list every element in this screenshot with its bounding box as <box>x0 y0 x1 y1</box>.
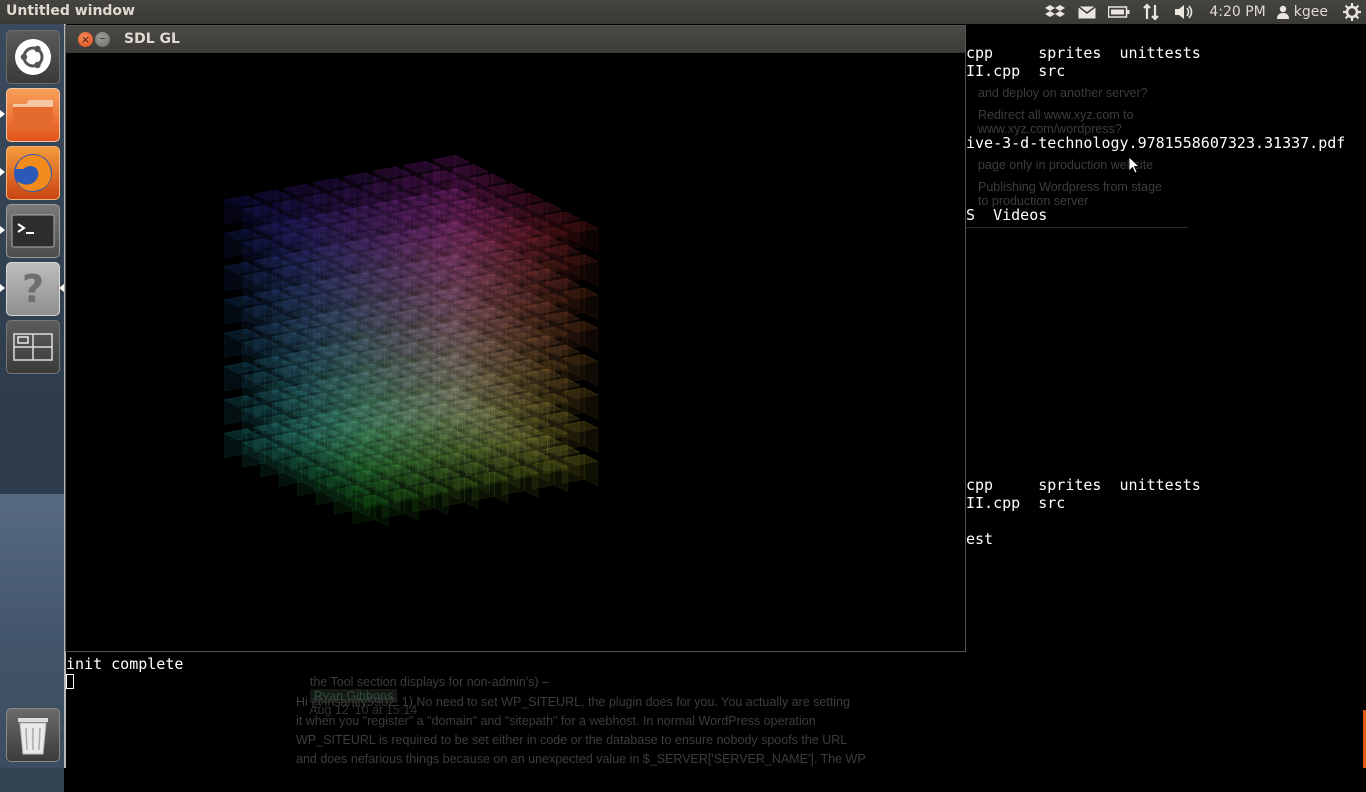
launcher-ubuntu-home-button[interactable] <box>6 30 60 84</box>
launcher-terminal-button[interactable] <box>6 204 60 258</box>
ghost-link: and deploy on another server? <box>978 86 1148 100</box>
trash-icon <box>18 718 48 755</box>
sdl-gl-window[interactable]: × – SDL GL <box>65 25 966 652</box>
launcher-running-indicator <box>0 226 5 234</box>
panel-window-title: Untitled window <box>6 3 135 19</box>
background-terminal: and deploy on another server? Redirect a… <box>966 24 1366 768</box>
ghost-link: page only in production website <box>978 158 1154 172</box>
window-close-button[interactable]: × <box>78 32 93 47</box>
terminal-line: S Videos <box>966 206 1048 224</box>
ghost-answer-line: it when you "register" a "domain" and "s… <box>296 714 816 728</box>
ghost-divider <box>966 227 1188 228</box>
ghost-comment-text: the Tool section displays for non-admin'… <box>309 675 549 689</box>
terminal-init-line: init complete <box>66 655 184 673</box>
battery-icon[interactable] <box>1103 0 1135 24</box>
sdl-window-titlebar[interactable]: × – SDL GL <box>66 26 965 53</box>
launcher-running-indicator <box>0 284 5 292</box>
launcher-running-indicator <box>0 168 5 176</box>
launcher-firefox-button[interactable] <box>6 146 60 200</box>
terminal-line: cpp sprites unittests <box>966 44 1201 62</box>
sdl-window-title: SDL GL <box>124 31 180 47</box>
terminal-line: II.cpp src <box>966 494 1066 512</box>
launcher-trash-button[interactable] <box>6 708 60 762</box>
voxel-cube-render <box>222 154 600 528</box>
mouse-pointer-icon <box>1128 156 1140 174</box>
workspace-switcher-icon <box>13 333 53 361</box>
user-icon <box>1276 0 1290 24</box>
folder-icon <box>13 100 53 130</box>
ghost-answer-line: and does nefarious things because on an … <box>296 752 866 766</box>
dropbox-icon[interactable] <box>1039 0 1071 24</box>
system-tray: 4:20 PM kgee <box>1039 0 1366 24</box>
launcher-files-button[interactable] <box>6 88 60 142</box>
firefox-icon <box>14 154 52 192</box>
window-minimize-button[interactable]: – <box>95 32 110 47</box>
top-panel: Untitled window 4:20 PM kgee <box>0 0 1366 24</box>
clock[interactable]: 4:20 PM <box>1201 0 1275 24</box>
terminal-cursor[interactable] <box>66 674 74 689</box>
lower-terminal: init complete the Tool section displays … <box>66 653 966 768</box>
ghost-link: Publishing Wordpress from stage <box>978 180 1162 194</box>
mail-icon[interactable] <box>1071 0 1103 24</box>
terminal-line: cpp sprites unittests <box>966 476 1201 494</box>
terminal-line: est <box>966 530 994 548</box>
session-gear-icon[interactable] <box>1338 0 1366 24</box>
ghost-answer-line: Hi @Insanity5902: 1) No need to set WP_S… <box>296 695 850 709</box>
terminal-line: II.cpp src <box>966 62 1066 80</box>
launcher-workspaces-button[interactable] <box>6 320 60 374</box>
ghost-link: Redirect all www.xyz.com to <box>978 108 1134 122</box>
user-name[interactable]: kgee <box>1290 0 1338 24</box>
help-question-icon: ? <box>21 267 45 311</box>
terminal-line: ive-3-d-technology.9781558607323.31337.p… <box>966 134 1346 152</box>
network-icon[interactable] <box>1135 0 1167 24</box>
ghost-answer-line: WP_SITEURL is required to be set either … <box>296 733 848 747</box>
launcher-help-button[interactable]: ? <box>6 262 60 316</box>
volume-icon[interactable] <box>1167 0 1201 24</box>
gl-render-canvas[interactable] <box>66 53 965 651</box>
launcher-running-indicator <box>0 110 5 118</box>
ubuntu-logo-icon <box>15 39 51 75</box>
terminal-icon <box>11 214 55 248</box>
